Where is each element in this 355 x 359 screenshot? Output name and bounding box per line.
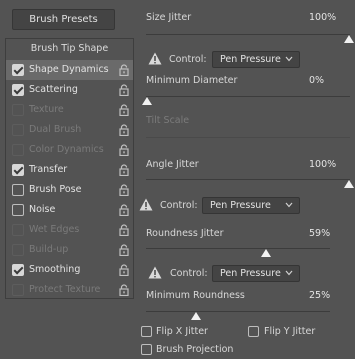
lock-icon[interactable] <box>119 144 129 156</box>
flip-y-jitter-label: Flip Y Jitter <box>264 326 316 337</box>
brush-tip-shape-item[interactable]: Brush Tip Shape <box>6 39 133 59</box>
tip-item-label: Smoothing <box>29 264 81 275</box>
control-label: Control: <box>160 200 198 211</box>
roundness-jitter-label: Roundness Jitter <box>146 228 224 239</box>
noise-checkbox[interactable] <box>12 204 24 216</box>
lock-icon[interactable] <box>119 284 129 296</box>
tip-item-build-up[interactable]: Build-up <box>6 240 133 260</box>
lock-icon[interactable] <box>119 64 129 76</box>
tip-item-noise[interactable]: Noise <box>6 200 133 220</box>
tip-item-label: Brush Pose <box>29 184 82 195</box>
tip-item-dual-brush[interactable]: Dual Brush <box>6 120 133 140</box>
chevron-down-icon <box>285 56 293 62</box>
size-jitter-label: Size Jitter <box>146 12 192 23</box>
tip-item-label: Shape Dynamics <box>29 64 109 75</box>
tip-item-label: Noise <box>29 204 56 215</box>
minimum-diameter-track[interactable] <box>146 96 350 97</box>
tilt-scale-track <box>146 137 350 138</box>
angle-jitter-track[interactable] <box>146 179 350 180</box>
warning-icon <box>148 52 162 65</box>
tip-item-texture[interactable]: Texture <box>6 100 133 120</box>
brush-projection-label: Brush Projection <box>156 344 234 355</box>
build-up-checkbox[interactable] <box>12 244 24 256</box>
shape-dynamics-checkbox[interactable] <box>12 64 24 76</box>
tip-item-label: Dual Brush <box>29 124 82 135</box>
transfer-checkbox[interactable] <box>12 164 24 176</box>
tip-item-label: Transfer <box>29 164 68 175</box>
smoothing-checkbox[interactable] <box>12 264 24 276</box>
size-jitter-slider-thumb[interactable] <box>344 35 354 43</box>
tip-item-color-dynamics[interactable]: Color Dynamics <box>6 140 133 160</box>
control-label: Control: <box>169 54 207 65</box>
chevron-down-icon <box>285 202 293 208</box>
minimum-roundness-label: Minimum Roundness <box>146 290 245 301</box>
brush-presets-button[interactable]: Brush Presets <box>12 9 115 30</box>
wet-edges-checkbox[interactable] <box>12 224 24 236</box>
angle-jitter-label: Angle Jitter <box>146 159 199 170</box>
lock-icon[interactable] <box>119 124 129 136</box>
dual-brush-checkbox[interactable] <box>12 124 24 136</box>
tip-item-label: Texture <box>29 104 64 115</box>
control-dropdown-value: Pen Pressure <box>220 268 281 279</box>
lock-icon[interactable] <box>119 224 129 236</box>
tip-item-transfer[interactable]: Transfer <box>6 160 133 180</box>
tip-item-wet-edges[interactable]: Wet Edges <box>6 220 133 240</box>
lock-icon[interactable] <box>119 264 129 276</box>
flip-x-jitter-label: Flip X Jitter <box>156 326 208 337</box>
control-dropdown[interactable]: Pen Pressure <box>202 197 300 214</box>
warning-icon <box>139 198 153 211</box>
lock-icon[interactable] <box>119 204 129 216</box>
tip-item-brush-pose[interactable]: Brush Pose <box>6 180 133 200</box>
tip-item-scattering[interactable]: Scattering <box>6 80 133 100</box>
lock-icon[interactable] <box>119 244 129 256</box>
angle-jitter-slider-thumb[interactable] <box>344 180 354 188</box>
tip-item-protect-texture[interactable]: Protect Texture <box>6 280 133 300</box>
roundness-jitter-slider-thumb[interactable] <box>261 249 271 257</box>
tip-item-label: Scattering <box>29 84 78 95</box>
control-dropdown-value: Pen Pressure <box>220 54 281 65</box>
brush-projection-checkbox[interactable] <box>141 344 152 355</box>
tilt-scale-label: Tilt Scale <box>146 115 190 126</box>
minimum-diameter-label: Minimum Diameter <box>146 75 238 86</box>
lock-icon[interactable] <box>119 104 129 116</box>
texture-checkbox[interactable] <box>12 104 24 116</box>
lock-icon[interactable] <box>119 84 129 96</box>
tip-item-label: Color Dynamics <box>29 144 104 155</box>
warning-icon <box>148 266 162 279</box>
minimum-roundness-track[interactable] <box>146 311 330 312</box>
minimum-diameter-slider-thumb[interactable] <box>142 97 152 105</box>
tip-item-label: Wet Edges <box>29 224 80 235</box>
size-jitter-track[interactable] <box>146 34 350 35</box>
minimum-roundness-slider-thumb[interactable] <box>191 312 201 320</box>
angle-jitter-value[interactable]: 100% <box>309 159 336 170</box>
size-jitter-value[interactable]: 100% <box>309 12 336 23</box>
flip-y-jitter-checkbox[interactable] <box>248 326 259 337</box>
tip-item-shape-dynamics[interactable]: Shape Dynamics <box>6 60 133 80</box>
control-dropdown[interactable]: Pen Pressure <box>212 265 300 282</box>
brush-tip-list: Brush Tip Shape Shape Dynamics Scatterin… <box>5 38 134 299</box>
tip-item-smoothing[interactable]: Smoothing <box>6 260 133 280</box>
control-label: Control: <box>170 268 208 279</box>
tip-item-label: Protect Texture <box>29 284 101 295</box>
roundness-jitter-value[interactable]: 59% <box>309 228 330 239</box>
flip-x-jitter-checkbox[interactable] <box>141 326 152 337</box>
chevron-down-icon <box>285 270 293 276</box>
control-dropdown[interactable]: Pen Pressure <box>212 51 300 68</box>
lock-icon[interactable] <box>119 164 129 176</box>
control-dropdown-value: Pen Pressure <box>210 200 271 211</box>
color-dynamics-checkbox[interactable] <box>12 144 24 156</box>
brush-pose-checkbox[interactable] <box>12 184 24 196</box>
roundness-jitter-track[interactable] <box>146 248 330 249</box>
minimum-diameter-value[interactable]: 0% <box>309 75 324 86</box>
brush-settings-panel: Brush Presets Brush Tip Shape Shape Dyna… <box>0 0 355 359</box>
protect-texture-checkbox[interactable] <box>12 284 24 296</box>
tip-item-label: Build-up <box>29 244 69 255</box>
lock-icon[interactable] <box>119 184 129 196</box>
minimum-roundness-value[interactable]: 25% <box>309 290 330 301</box>
scattering-checkbox[interactable] <box>12 84 24 96</box>
